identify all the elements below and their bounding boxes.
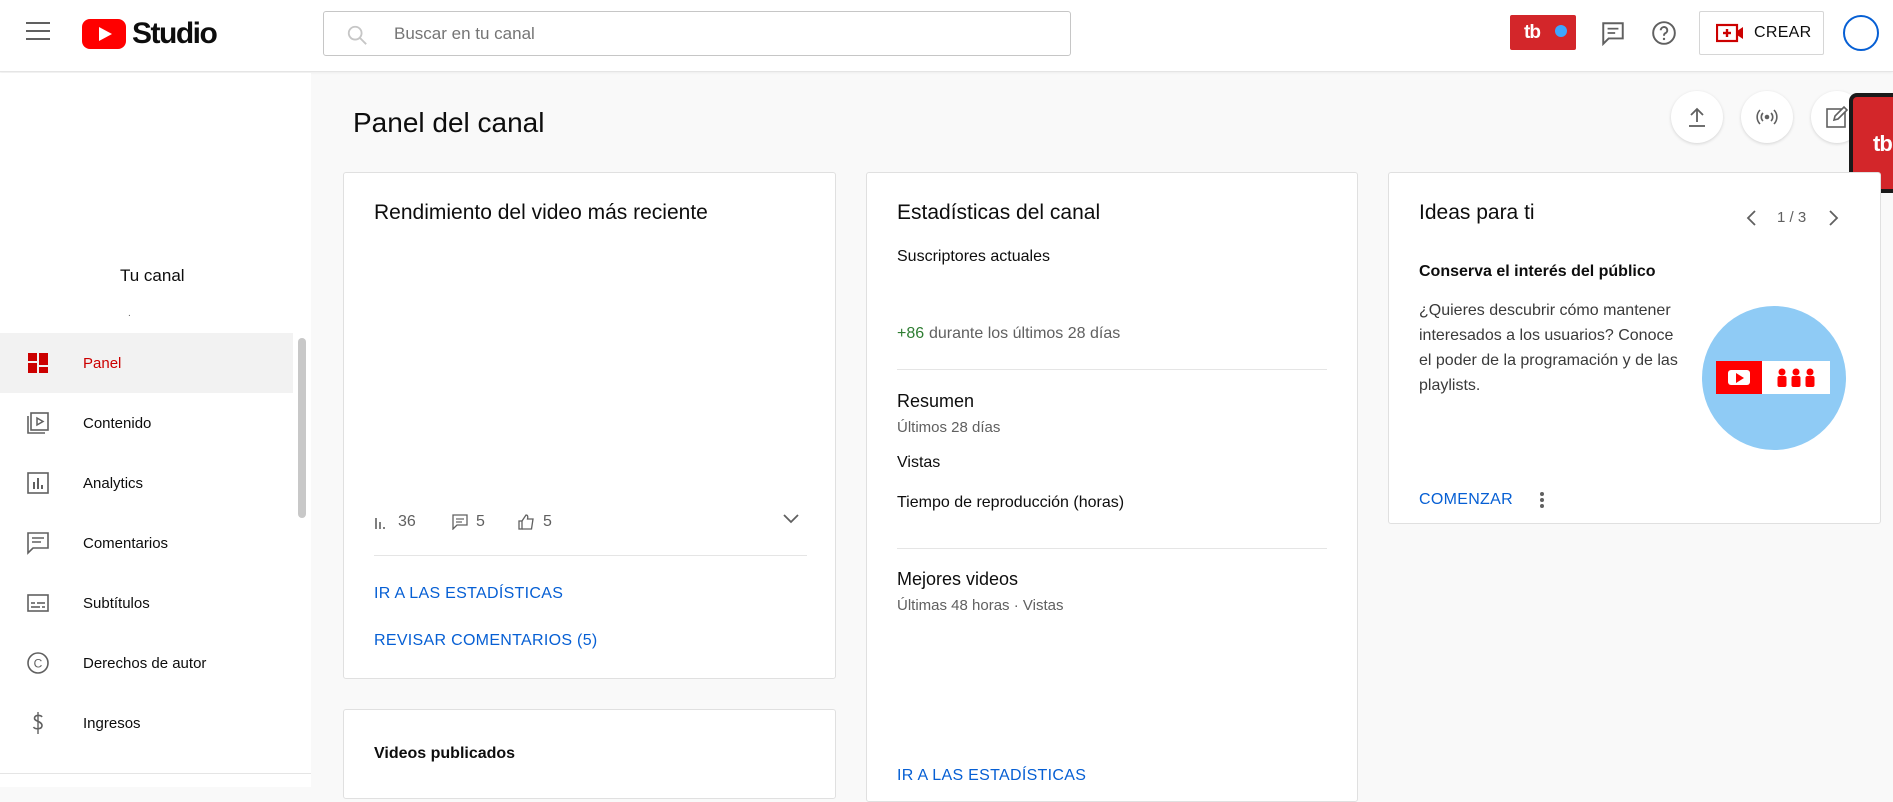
playlist-illustration (1716, 361, 1830, 394)
top-bar: Studio tb CREAR (0, 0, 1893, 72)
channel-analytics-card: Estadísticas del canal Suscriptores actu… (866, 172, 1358, 802)
upload-button[interactable] (1671, 91, 1723, 143)
thumbs-up-icon (518, 514, 534, 530)
page-title: Panel del canal (353, 107, 545, 138)
card-title: Ideas para ti (1419, 201, 1535, 224)
divider (374, 555, 807, 556)
subscribers-delta: +86 (897, 325, 925, 342)
chevron-left-icon[interactable] (1745, 209, 1757, 227)
idea-illustration (1702, 306, 1846, 450)
go-to-analytics-link[interactable]: IR A LAS ESTADÍSTICAS (897, 767, 1086, 785)
subtitles-icon (27, 594, 49, 612)
copyright-icon: C (27, 652, 49, 674)
search-input[interactable] (394, 22, 1034, 46)
ideas-card: Ideas para ti 1 / 3 Conserva el interés … (1388, 172, 1881, 524)
sidebar-item-label: Panel (83, 354, 122, 372)
card-title: Estadísticas del canal (897, 201, 1101, 224)
go-live-button[interactable] (1741, 91, 1793, 143)
edit-icon (1826, 105, 1849, 128)
search-box[interactable] (323, 11, 1071, 56)
sidebar-item-label: Ingresos (83, 714, 141, 732)
menu-icon[interactable] (26, 22, 50, 42)
sidebar-item-content[interactable]: Contenido (0, 393, 293, 453)
sidebar-item-panel[interactable]: Panel (0, 333, 293, 393)
comments-stat: 5 (452, 513, 485, 531)
chevron-down-icon[interactable] (782, 513, 800, 525)
comment-icon (452, 514, 468, 530)
watch-time-label: Tiempo de reproducción (horas) (897, 494, 1125, 511)
channel-name[interactable]: Tu canal (120, 266, 185, 286)
divider (897, 369, 1327, 370)
live-icon (1756, 109, 1778, 125)
divider (897, 548, 1327, 549)
top-videos-period: Últimas 48 horas · Vistas (897, 597, 1064, 614)
top-videos-title: Mejores videos (897, 569, 1019, 589)
help-icon[interactable] (1651, 20, 1677, 46)
search-icon (347, 25, 367, 45)
views-label: Vistas (897, 454, 941, 471)
pager: 1 / 3 (1777, 209, 1807, 226)
sidebar: Tu canal . Panel Contenido Analytics Com… (0, 73, 311, 787)
sidebar-item-copyright[interactable]: C Derechos de autor (0, 633, 293, 693)
create-button[interactable]: CREAR (1699, 11, 1824, 55)
card-title: Videos publicados (374, 745, 516, 762)
feedback-icon[interactable] (1600, 20, 1626, 46)
comments-icon (27, 532, 49, 555)
subscribers-label: Suscriptores actuales (897, 248, 1050, 265)
youtube-logo-icon (82, 19, 126, 49)
svg-text:C: C (34, 657, 43, 671)
summary-period: Últimos 28 días (897, 419, 1001, 436)
sidebar-item-label: Derechos de autor (83, 654, 207, 672)
sidebar-item-label: Analytics (83, 474, 144, 492)
sidebar-item-label: Contenido (83, 414, 152, 432)
sidebar-item-comments[interactable]: Comentarios (0, 513, 293, 573)
upload-icon (1689, 107, 1705, 127)
avatar[interactable] (1843, 15, 1879, 51)
create-video-icon (1716, 23, 1743, 43)
youtube-studio-logo[interactable]: Studio (82, 17, 218, 51)
sidebar-item-label: Subtítulos (83, 594, 150, 612)
chevron-right-icon[interactable] (1828, 209, 1840, 227)
sidebar-item-subtitles[interactable]: Subtítulos (0, 573, 293, 633)
sidebar-item-analytics[interactable]: Analytics (0, 453, 293, 513)
subscribers-delta-period: durante los últimos 28 días (929, 325, 1121, 342)
summary-title: Resumen (897, 391, 975, 411)
start-button[interactable]: COMENZAR (1419, 491, 1513, 509)
dashboard-icon (28, 353, 48, 373)
more-options-icon[interactable] (1539, 491, 1545, 509)
published-videos-card: Videos publicados (343, 709, 836, 799)
bar-chart-icon (375, 518, 385, 529)
sidebar-item-label: Comentarios (83, 534, 169, 552)
likes-stat: 5 (518, 513, 552, 531)
go-to-analytics-link[interactable]: IR A LAS ESTADÍSTICAS (374, 585, 563, 603)
analytics-icon (27, 472, 49, 494)
views-stat: 36 (374, 513, 416, 531)
card-title: Rendimiento del video más reciente (374, 201, 708, 224)
channel-handle: . (128, 308, 131, 319)
latest-video-card: Rendimiento del video más reciente 36 5 … (343, 172, 836, 679)
youtube-logo-icon (1716, 361, 1762, 394)
notification-dot (1555, 25, 1567, 37)
sidebar-item-earn[interactable]: Ingresos (0, 693, 293, 753)
tubebuddy-button[interactable]: tb (1510, 15, 1576, 50)
sidebar-scrollbar[interactable] (298, 338, 306, 518)
sidebar-divider (0, 773, 311, 774)
idea-body: ¿Quieres descubrir cómo mantener interes… (1419, 302, 1678, 394)
audience-icon (1777, 368, 1815, 387)
dollar-icon (32, 712, 43, 734)
idea-subtitle: Conserva el interés del público (1419, 263, 1656, 280)
content-icon (27, 412, 49, 434)
review-comments-link[interactable]: REVISAR COMENTARIOS (5) (374, 632, 598, 650)
